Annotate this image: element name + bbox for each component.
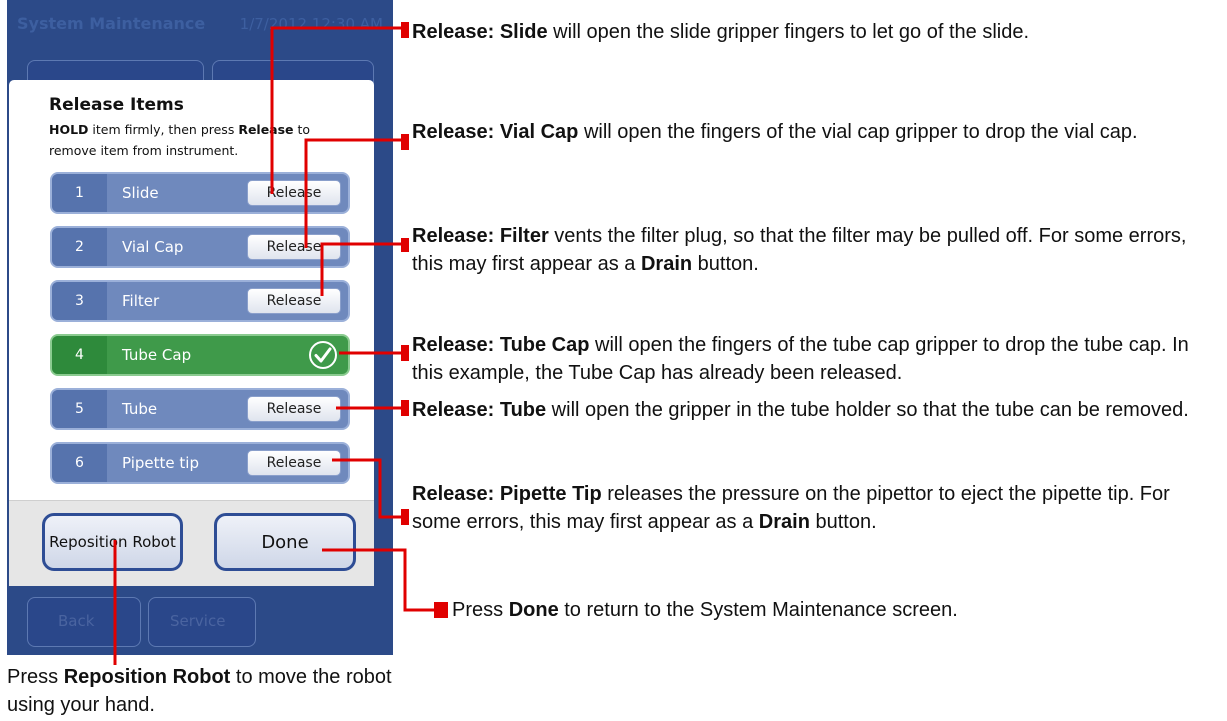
annotation-slide-bold: Release: Slide [412,21,548,43]
annotation-pipette-tip-bold: Release: Pipette Tip [412,483,602,505]
annotation-done-bold: Done [508,599,559,621]
leader-endpoint-vial-cap [401,134,409,150]
annotation-release-filter: Release: Filter vents the filter plug, s… [412,222,1222,278]
leader-endpoint-tube [401,400,409,416]
leader-endpoint-filter [401,238,409,252]
annotation-done: Press Done to return to the System Maint… [452,596,1212,624]
annotation-release-tube-cap: Release: Tube Cap will open the fingers … [412,331,1222,387]
leader-endpoint-done [434,602,448,618]
leader-endpoint-tube-cap [401,345,409,361]
annotation-filter-bold: Release: Filter [412,225,549,247]
annotation-reposition-bold: Reposition Robot [63,666,231,688]
annotation-reposition-pre: Press [7,666,64,688]
annotation-release-vial-cap: Release: Vial Cap will open the fingers … [412,118,1192,146]
annotation-pipette-tip-text-2: button. [809,511,877,533]
annotation-done-text: to return to the System Maintenance scre… [558,599,958,621]
annotation-vial-cap-text: will open the fingers of the vial cap gr… [578,121,1138,143]
annotation-release-slide: Release: Slide will open the slide gripp… [412,18,1212,46]
annotation-pipette-tip-drain: Drain [758,511,810,533]
leader-line-slide [270,26,407,194]
leader-line-pipette-tip [332,458,405,519]
leader-line-vial-cap [304,138,407,248]
annotation-tube-text: will open the gripper in the tube holder… [546,399,1189,421]
annotation-done-pre: Press [452,599,509,621]
leader-line-filter [320,242,405,296]
annotation-filter-drain: Drain [640,253,693,275]
annotation-tube-bold: Release: Tube [412,399,547,421]
annotation-reposition-robot: Press Reposition Robot to move the robot… [7,663,407,719]
leader-endpoint-slide [401,22,409,38]
annotation-release-tube: Release: Tube will open the gripper in t… [412,396,1212,424]
annotation-tube-cap-bold: Release: Tube Cap [412,334,590,356]
annotation-filter-text-2: button. [692,253,759,275]
leader-line-done [322,548,440,612]
leader-endpoint-pipette-tip [401,509,409,525]
annotation-vial-cap-bold: Release: Vial Cap [412,121,579,143]
annotation-release-pipette-tip: Release: Pipette Tip releases the pressu… [412,480,1212,536]
annotation-slide-text: will open the slide gripper fingers to l… [547,21,1030,43]
